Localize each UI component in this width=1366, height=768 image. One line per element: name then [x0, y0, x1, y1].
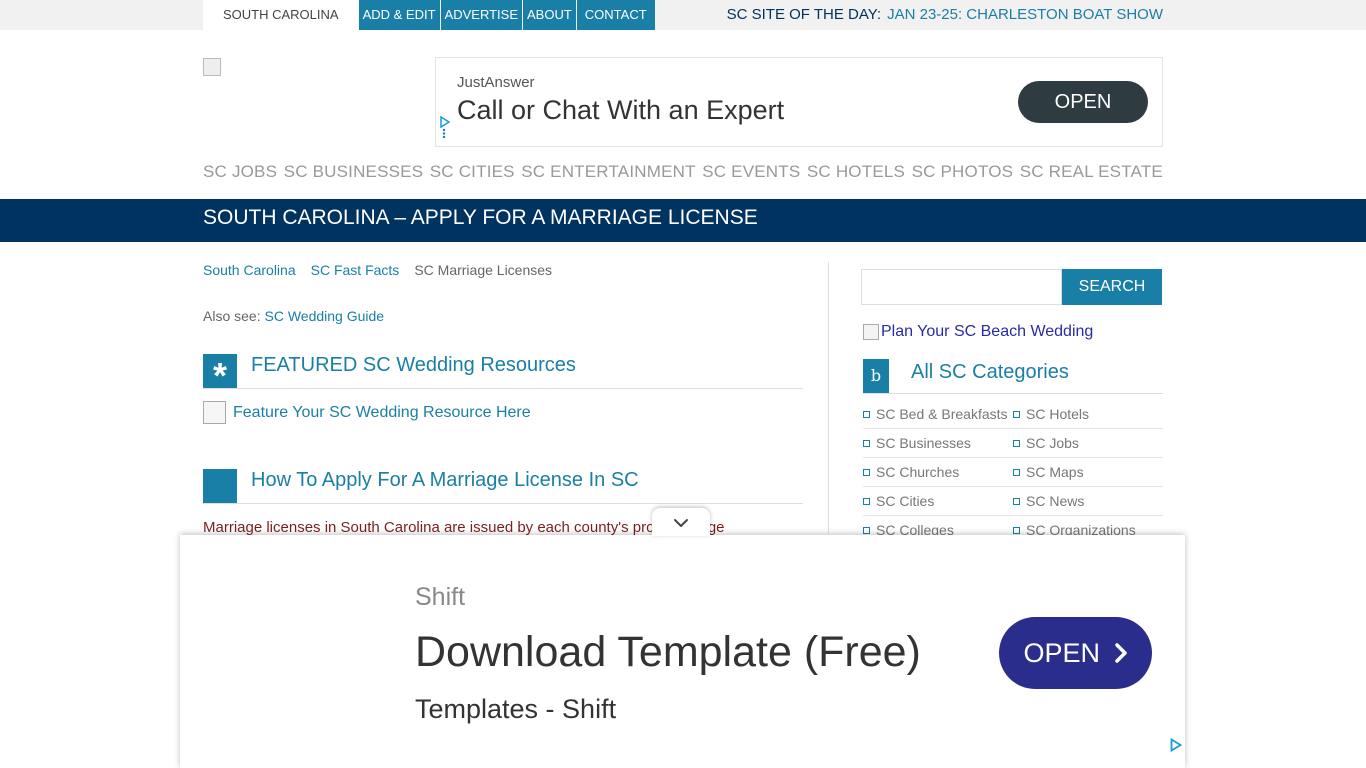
sidebar-search: SEARCH — [861, 269, 1162, 305]
site-of-the-day: SC SITE OF THE DAY: JAN 23-25: CHARLESTON… — [727, 0, 1163, 30]
category-link[interactable]: SC News — [1013, 487, 1163, 515]
site-of-the-day-link[interactable]: JAN 23-25: CHARLESTON BOAT SHOW — [887, 6, 1163, 23]
top-nav-south-carolina[interactable]: SOUTH CAROLINA — [203, 0, 359, 30]
main-nav-sc-jobs[interactable]: SC JOBS — [203, 162, 277, 182]
page-title: SOUTH CAROLINA – APPLY FOR A MARRIAGE LI… — [203, 206, 758, 229]
category-link[interactable]: SC Jobs — [1013, 429, 1163, 457]
top-ad-open-button[interactable]: OPEN — [1018, 81, 1148, 123]
search-button[interactable]: SEARCH — [1062, 269, 1162, 305]
categories-icon: b — [863, 359, 889, 393]
bottom-ad-open-button[interactable]: OPEN — [999, 617, 1152, 689]
category-label[interactable]: SC Cities — [876, 489, 934, 513]
bullet-icon — [1013, 468, 1020, 476]
beach-wedding-banner[interactable]: Plan Your SC Beach Wedding — [863, 323, 1093, 341]
site-logo-broken-image[interactable] — [203, 58, 221, 76]
document-icon — [203, 469, 237, 503]
main-nav: SC JOBS SC BUSINESSES SC CITIES SC ENTER… — [203, 162, 1163, 182]
chevron-down-icon — [674, 519, 688, 527]
also-see-label: Also see: — [203, 308, 261, 324]
list-item: SC Cities SC News — [863, 487, 1163, 516]
beach-wedding-link[interactable]: Plan Your SC Beach Wedding — [881, 323, 1093, 341]
category-label[interactable]: SC News — [1026, 489, 1084, 513]
column-divider — [828, 262, 829, 534]
bottom-ad-open-label: OPEN — [1023, 638, 1100, 668]
main-nav-sc-events[interactable]: SC EVENTS — [702, 162, 800, 182]
top-nav-about[interactable]: ABOUT — [523, 0, 576, 30]
bottom-ad-subline: Templates - Shift — [415, 694, 617, 724]
bullet-icon — [863, 410, 870, 418]
bottom-ad-brand: Shift — [415, 583, 466, 611]
chevron-right-icon — [1114, 643, 1127, 663]
main-nav-sc-cities[interactable]: SC CITIES — [430, 162, 515, 182]
site-of-the-day-label: SC SITE OF THE DAY: — [726, 6, 882, 23]
list-item: SC Churches SC Maps — [863, 458, 1163, 487]
categories-list: SC Bed & Breakfasts SC Hotels SC Busines… — [863, 400, 1163, 545]
main-nav-sc-real-estate[interactable]: SC REAL ESTATE — [1020, 162, 1163, 182]
bottom-ad-headline[interactable]: Download Template (Free) — [415, 628, 921, 677]
bullet-icon — [1013, 526, 1020, 534]
bullet-icon — [1013, 410, 1020, 418]
breadcrumb-sc-fast-facts[interactable]: SC Fast Facts — [311, 262, 400, 278]
category-label[interactable]: SC Hotels — [1026, 402, 1089, 426]
category-link[interactable]: SC Businesses — [863, 429, 1013, 457]
howto-section-header: How To Apply For A Marriage License In S… — [203, 469, 803, 504]
feature-resource-link[interactable]: Feature Your SC Wedding Resource Here — [233, 404, 531, 422]
category-link[interactable]: SC Bed & Breakfasts — [863, 400, 1013, 428]
bullet-icon — [863, 439, 870, 447]
also-see: Also see: SC Wedding Guide — [203, 308, 384, 324]
list-item: SC Bed & Breakfasts SC Hotels — [863, 400, 1163, 429]
category-label[interactable]: SC Jobs — [1026, 431, 1079, 455]
category-link[interactable]: SC Cities — [863, 487, 1013, 515]
bottom-ad-overlay[interactable]: Shift Download Template (Free) Templates… — [180, 535, 1185, 768]
bullet-icon — [1013, 439, 1020, 447]
adchoices-icon[interactable] — [440, 115, 451, 140]
featured-section-title: FEATURED SC Wedding Resources — [251, 354, 576, 376]
category-label[interactable]: SC Businesses — [876, 431, 971, 455]
category-label[interactable]: SC Churches — [876, 460, 959, 484]
main-nav-sc-hotels[interactable]: SC HOTELS — [807, 162, 905, 182]
category-label[interactable]: SC Bed & Breakfasts — [876, 402, 1008, 426]
categories-title: All SC Categories — [911, 361, 1069, 383]
main-nav-sc-businesses[interactable]: SC BUSINESSES — [284, 162, 424, 182]
breadcrumb-south-carolina[interactable]: South Carolina — [203, 262, 296, 278]
top-ad-headline[interactable]: Call or Chat With an Expert — [457, 95, 784, 126]
asterisk-icon: * — [203, 354, 237, 396]
bullet-icon — [863, 526, 870, 534]
category-link[interactable]: SC Hotels — [1013, 400, 1163, 428]
adchoices-icon[interactable] — [1170, 737, 1183, 755]
category-link[interactable]: SC Maps — [1013, 458, 1163, 486]
top-ad-brand: JustAnswer — [457, 74, 535, 91]
bullet-icon — [1013, 497, 1020, 505]
list-item: SC Businesses SC Jobs — [863, 429, 1163, 458]
top-nav-add-edit[interactable]: ADD & EDIT — [358, 0, 440, 30]
page-title-bar: SOUTH CAROLINA – APPLY FOR A MARRIAGE LI… — [0, 199, 1366, 242]
category-link[interactable]: SC Churches — [863, 458, 1013, 486]
search-input[interactable] — [861, 269, 1062, 305]
main-nav-sc-entertainment[interactable]: SC ENTERTAINMENT — [521, 162, 695, 182]
also-see-wedding-guide-link[interactable]: SC Wedding Guide — [264, 308, 384, 324]
howto-section-title: How To Apply For A Marriage License In S… — [251, 469, 639, 491]
collapse-ad-button[interactable] — [652, 508, 710, 536]
feature-resource-link-row: Feature Your SC Wedding Resource Here — [203, 401, 531, 424]
top-nav: SOUTH CAROLINA ADD & EDIT ADVERTISE ABOU… — [203, 0, 655, 30]
broken-image-icon — [863, 324, 879, 340]
breadcrumb: South Carolina SC Fast Facts SC Marriage… — [203, 262, 552, 278]
top-nav-contact[interactable]: CONTACT — [576, 0, 655, 30]
featured-section-header: * FEATURED SC Wedding Resources — [203, 354, 803, 396]
category-label[interactable]: SC Maps — [1026, 460, 1084, 484]
top-ad-banner[interactable]: JustAnswer Call or Chat With an Expert O… — [435, 57, 1163, 147]
bullet-icon — [863, 497, 870, 505]
bullet-icon — [863, 468, 870, 476]
top-bar: SOUTH CAROLINA ADD & EDIT ADVERTISE ABOU… — [0, 0, 1366, 30]
main-nav-sc-photos[interactable]: SC PHOTOS — [912, 162, 1014, 182]
top-nav-advertise[interactable]: ADVERTISE — [440, 0, 522, 30]
howto-paragraph: Marriage licenses in South Carolina are … — [203, 519, 725, 536]
breadcrumb-current: SC Marriage Licenses — [414, 262, 553, 278]
broken-image-icon — [203, 401, 226, 424]
categories-header: b All SC Categories — [863, 359, 1163, 394]
